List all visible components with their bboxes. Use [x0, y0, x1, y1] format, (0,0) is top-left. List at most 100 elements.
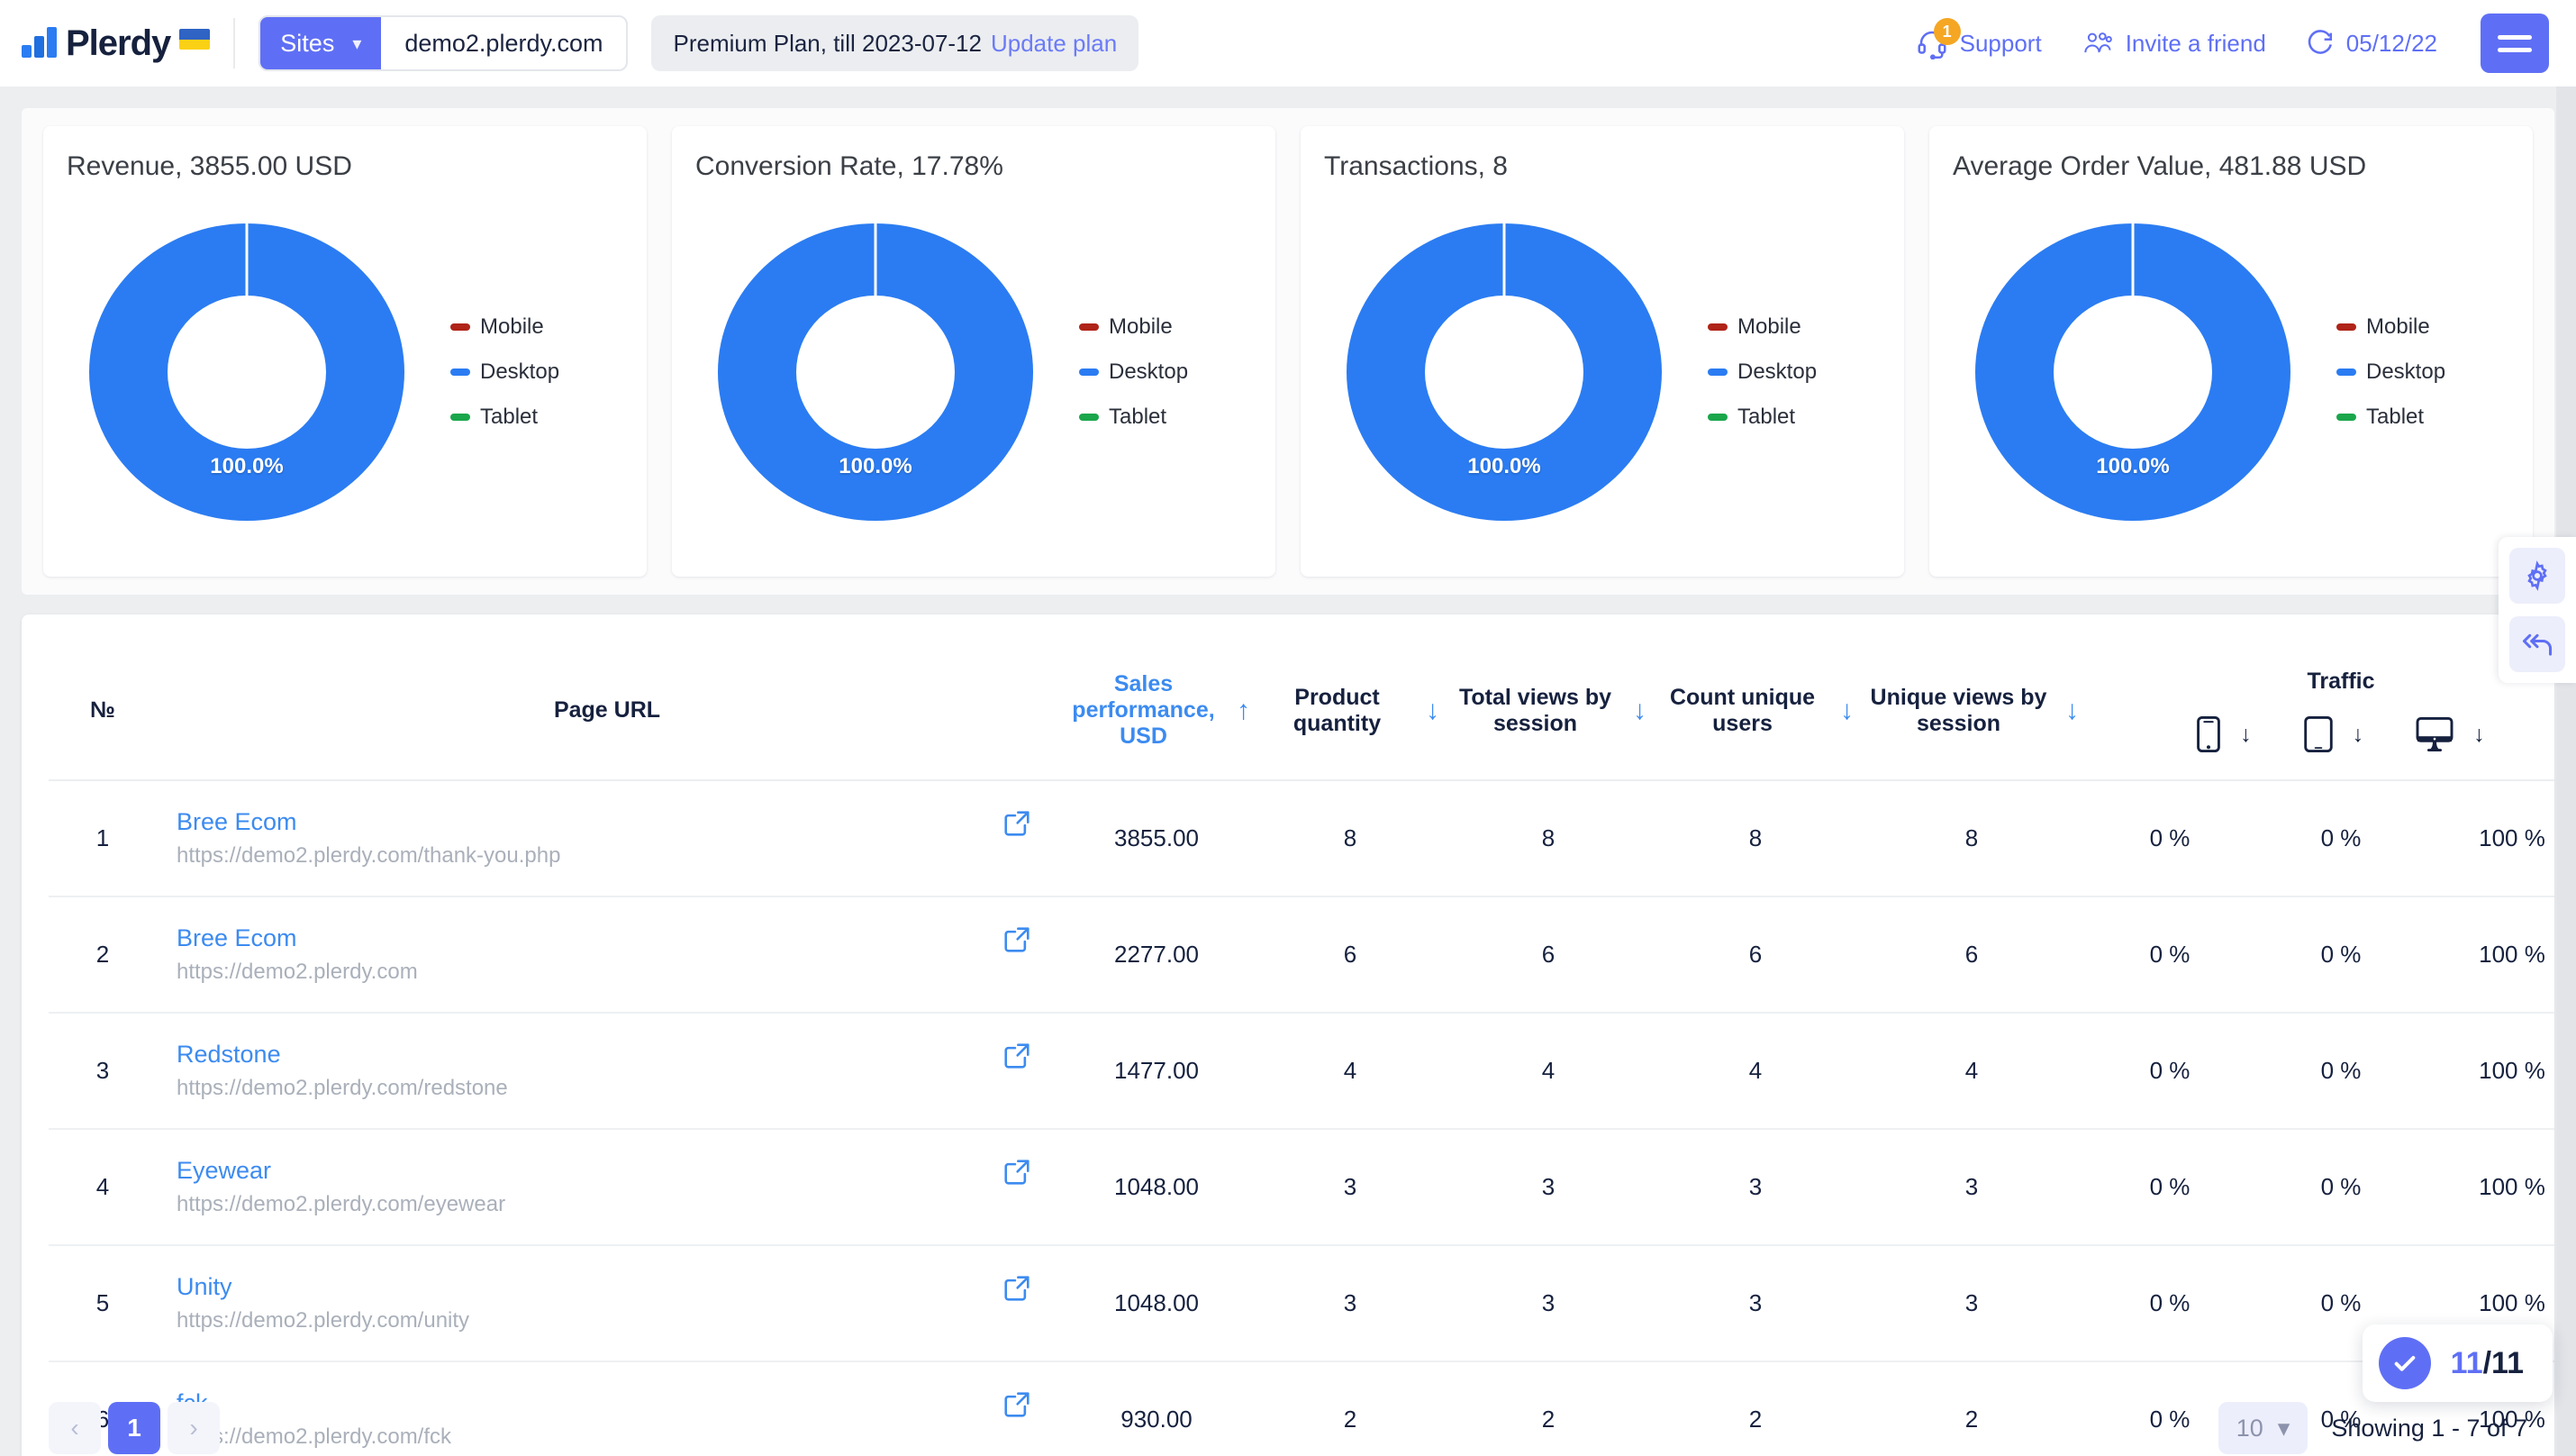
table-head-row: № Page URL Sales performance, USD ↑ Prod…: [49, 638, 2554, 781]
donut-chart-average-order-value[interactable]: 100.0%: [1953, 214, 2313, 530]
col-header-mobile[interactable]: ↓: [2197, 716, 2252, 752]
col-header-unique-views-label: Unique views by session: [1870, 684, 2047, 736]
pagination-prev-button[interactable]: ‹: [49, 1402, 101, 1454]
sort-desc-icon-mobile[interactable]: ↓: [2240, 722, 2252, 748]
page-scrollbar[interactable]: [2556, 86, 2576, 1456]
table-row[interactable]: 4 Eyewear https://demo2.plerdy.com/eyewear…: [49, 1129, 2554, 1246]
ukraine-flag-icon: [179, 29, 211, 50]
progress-counter[interactable]: 11/11: [2362, 1324, 2553, 1402]
row-page-title[interactable]: Redstone: [177, 1041, 1052, 1069]
row-page-title[interactable]: Eyewear: [177, 1157, 1052, 1185]
legend-item-desktop[interactable]: Desktop: [1708, 359, 1817, 385]
legend-item-mobile[interactable]: Mobile: [450, 314, 559, 340]
row-page-title[interactable]: Bree Ecom: [177, 924, 1052, 952]
support-button[interactable]: 1 Support: [1916, 18, 2042, 59]
legend-item-tablet[interactable]: Tablet: [1708, 405, 1817, 430]
row-count-unique-users: 8: [1652, 780, 1859, 897]
legend-item-desktop[interactable]: Desktop: [2336, 359, 2445, 385]
table-row[interactable]: 5 Unity https://demo2.plerdy.com/unity 1048…: [49, 1245, 2554, 1362]
date-label: 05/12/22: [2345, 29, 2437, 57]
counter-current: 11: [2450, 1345, 2483, 1380]
page-size-select[interactable]: 10 ▾: [2218, 1402, 2308, 1454]
menu-button[interactable]: [2481, 14, 2549, 73]
sort-asc-icon[interactable]: ↑: [1237, 696, 1250, 724]
row-page-title[interactable]: Bree Ecom: [177, 808, 1052, 836]
col-header-sales-performance[interactable]: Sales performance, USD ↑: [1057, 638, 1256, 781]
metric-card-average-order-value: Average Order Value, 481.88 USD 100.0% M…: [1929, 126, 2533, 577]
col-header-total-views[interactable]: Total views by session ↓: [1445, 638, 1652, 781]
col-header-page-url[interactable]: Page URL: [157, 638, 1057, 781]
col-header-desktop[interactable]: ↓: [2416, 717, 2485, 751]
brand-name: Plerdy: [66, 23, 171, 63]
table-row[interactable]: 2 Bree Ecom https://demo2.plerdy.com 2277.0…: [49, 896, 2554, 1014]
donut-chart-transactions[interactable]: 100.0%: [1324, 214, 1684, 530]
legend-swatch-desktop: [1708, 369, 1728, 376]
legend-item-mobile[interactable]: Mobile: [1079, 314, 1188, 340]
refresh-icon: [2308, 30, 2332, 54]
selected-site-name[interactable]: demo2.plerdy.com: [381, 17, 626, 69]
row-sales-performance: 1048.00: [1057, 1245, 1256, 1362]
col-header-product-quantity[interactable]: Product quantity ↓: [1256, 638, 1445, 781]
open-external-link-icon[interactable]: [1003, 1275, 1030, 1308]
row-page-url: https://demo2.plerdy.com/unity: [177, 1308, 470, 1333]
donut-value-label: 100.0%: [210, 454, 284, 478]
invite-friend-button[interactable]: Invite a friend: [2080, 29, 2266, 58]
legend-label: Desktop: [2366, 359, 2446, 384]
col-header-product-quantity-label: Product quantity: [1293, 684, 1382, 736]
undo-tool-button[interactable]: [2509, 616, 2565, 672]
legend-item-mobile[interactable]: Mobile: [1708, 314, 1817, 340]
col-header-traffic-group: Traffic ↓ ↓ ↓: [2084, 638, 2554, 781]
sort-desc-icon[interactable]: ↓: [1633, 696, 1646, 724]
legend-item-tablet[interactable]: Tablet: [2336, 405, 2445, 430]
sort-desc-icon-desktop[interactable]: ↓: [2473, 722, 2485, 748]
row-sales-performance: 3855.00: [1057, 780, 1256, 897]
table-row[interactable]: 3 Redstone https://demo2.plerdy.com/redsto…: [49, 1013, 2554, 1130]
legend-label: Desktop: [480, 359, 560, 384]
legend-item-mobile[interactable]: Mobile: [2336, 314, 2445, 340]
sort-desc-icon[interactable]: ↓: [1840, 696, 1854, 724]
gear-icon: [2527, 560, 2547, 591]
row-unique-views: 3: [1859, 1245, 2084, 1362]
sort-desc-icon-tablet[interactable]: ↓: [2353, 722, 2364, 748]
traffic-group-label: Traffic: [2307, 669, 2375, 694]
open-external-link-icon[interactable]: [1003, 1159, 1030, 1192]
update-plan-link[interactable]: Update plan: [991, 30, 1117, 58]
row-number: 5: [49, 1245, 157, 1362]
sites-dropdown-button[interactable]: Sites ▾: [260, 17, 382, 69]
donut-chart-revenue[interactable]: 100.0%: [67, 214, 427, 530]
row-product-quantity: 4: [1256, 1013, 1445, 1130]
legend-swatch-mobile: [1079, 323, 1099, 331]
floating-tools: [2499, 537, 2576, 683]
table-row[interactable]: 1 Bree Ecom https://demo2.plerdy.com/thank…: [49, 780, 2554, 897]
sort-desc-icon[interactable]: ↓: [2065, 696, 2079, 724]
site-picker[interactable]: Sites ▾ demo2.plerdy.com: [259, 15, 629, 71]
open-external-link-icon[interactable]: [1003, 926, 1030, 960]
col-header-tablet[interactable]: ↓: [2304, 716, 2364, 752]
row-count-unique-users: 4: [1652, 1013, 1859, 1130]
legend-item-desktop[interactable]: Desktop: [450, 359, 559, 385]
col-header-unique-views[interactable]: Unique views by session ↓: [1859, 638, 2084, 781]
open-external-link-icon[interactable]: [1003, 1042, 1030, 1076]
row-total-views: 3: [1445, 1245, 1652, 1362]
row-traffic-mobile: 0 %: [2084, 1129, 2255, 1246]
tablet-icon: [2304, 716, 2333, 752]
chart-legend: Mobile Desktop Tablet: [2336, 314, 2445, 430]
pagination-next-button[interactable]: ›: [168, 1402, 220, 1454]
legend-item-tablet[interactable]: Tablet: [450, 405, 559, 430]
date-range-button[interactable]: 05/12/22: [2304, 28, 2437, 59]
settings-tool-button[interactable]: [2509, 548, 2565, 604]
sort-desc-icon[interactable]: ↓: [1426, 696, 1439, 724]
col-header-no[interactable]: №: [49, 638, 157, 781]
row-page-title[interactable]: Unity: [177, 1273, 1052, 1301]
open-external-link-icon[interactable]: [1003, 810, 1030, 843]
col-header-count-unique-users[interactable]: Count unique users ↓: [1652, 638, 1859, 781]
pagination-page-1[interactable]: 1: [108, 1402, 160, 1454]
legend-item-desktop[interactable]: Desktop: [1079, 359, 1188, 385]
card-title: Average Order Value, 481.88 USD: [1953, 151, 2367, 181]
legend-swatch-tablet: [2336, 414, 2356, 421]
brand-logo[interactable]: Plerdy: [22, 23, 211, 63]
chart-legend: Mobile Desktop Tablet: [1079, 314, 1188, 430]
row-unique-views: 6: [1859, 896, 2084, 1014]
donut-chart-conversion-rate[interactable]: 100.0%: [695, 214, 1056, 530]
legend-item-tablet[interactable]: Tablet: [1079, 405, 1188, 430]
